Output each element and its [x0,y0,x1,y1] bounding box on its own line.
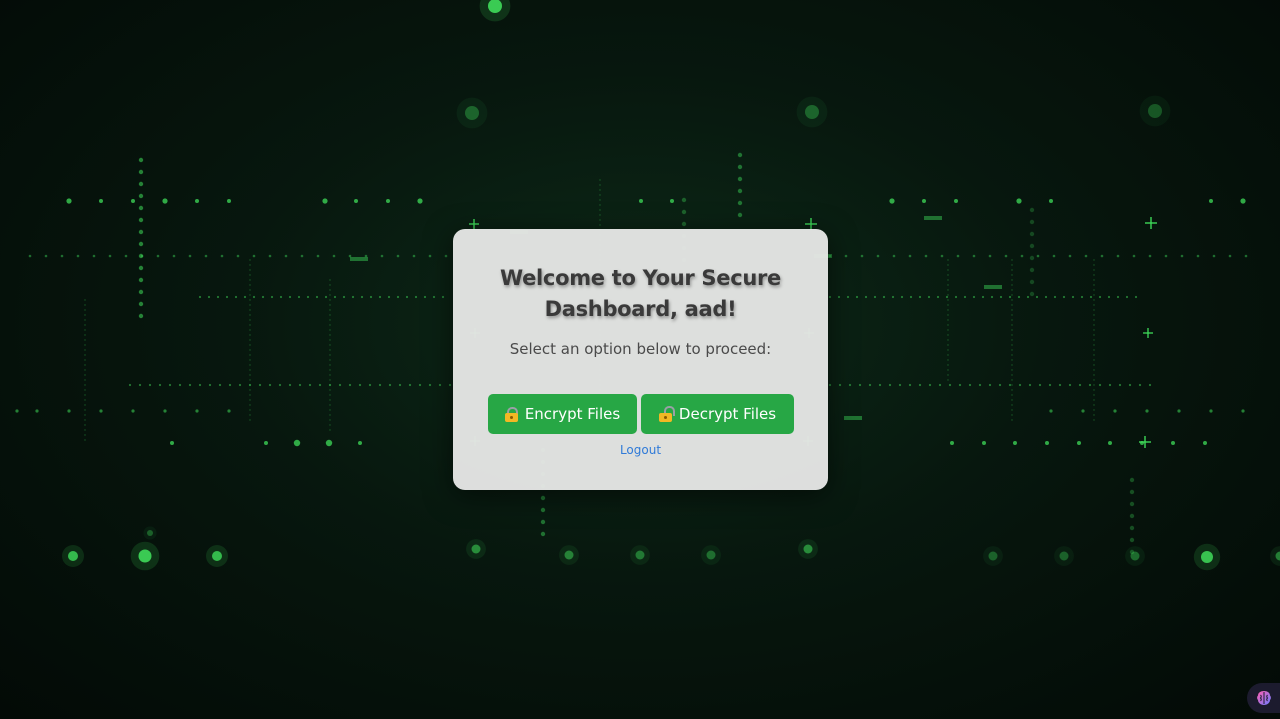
instruction-text: Select an option below to proceed: [509,340,772,358]
dashboard-card: Welcome to Your Secure Dashboard, aad! S… [453,229,828,490]
decrypt-files-button[interactable]: Decrypt Files [641,394,794,434]
action-buttons: Encrypt Files Decrypt Files [488,394,794,434]
assistant-badge[interactable] [1247,683,1280,713]
encrypt-files-label: Encrypt Files [524,405,621,423]
welcome-title: Welcome to Your Secure Dashboard, aad! [499,266,782,321]
decrypt-files-label: Decrypt Files [678,405,777,423]
brain-icon [1256,691,1271,705]
locked-padlock-icon [504,406,518,422]
unlocked-padlock-icon [658,405,675,422]
encrypt-files-button[interactable]: Encrypt Files [488,394,637,434]
logout-link[interactable]: Logout [453,443,828,457]
